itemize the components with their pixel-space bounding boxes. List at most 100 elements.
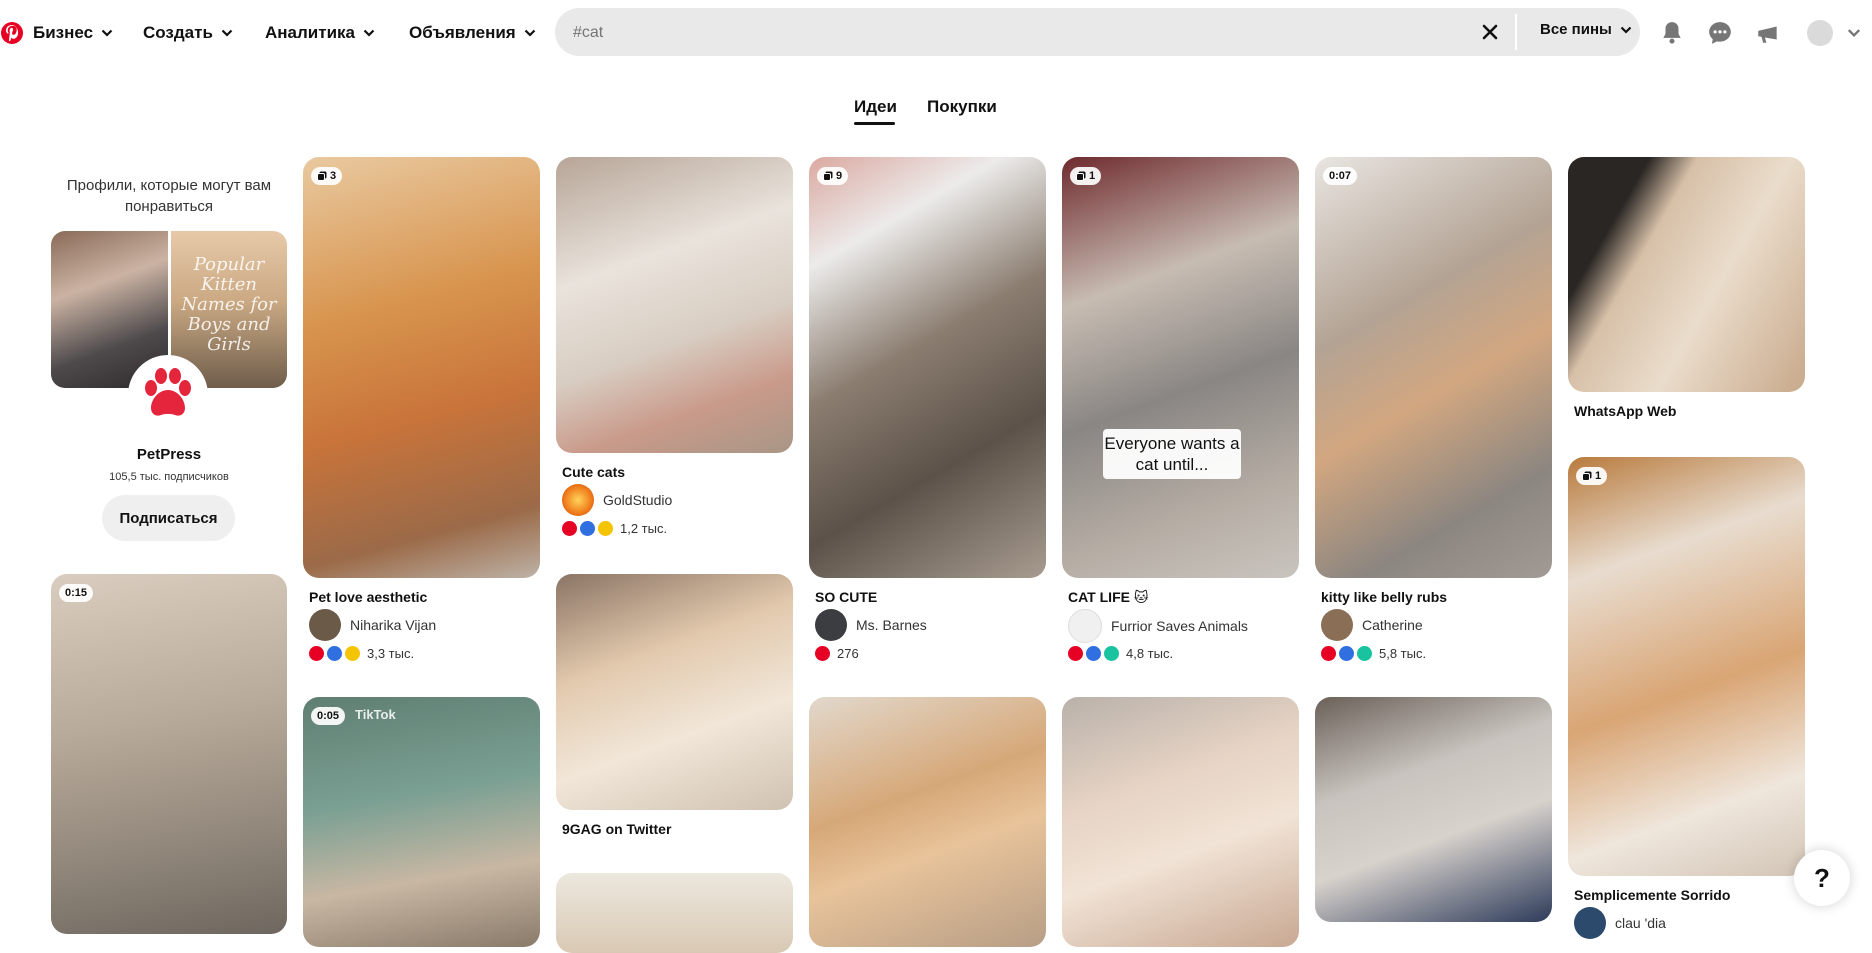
tab-active-indicator	[854, 122, 895, 125]
pin-card-sleeping-kittens[interactable]	[809, 697, 1046, 947]
pin-card-pet-love[interactable]: 3	[303, 157, 540, 578]
chevron-down-icon	[101, 29, 113, 37]
chevron-down-icon	[1620, 26, 1632, 34]
pin-title[interactable]: WhatsApp Web	[1574, 403, 1676, 419]
search-bar: Все пины	[555, 8, 1640, 58]
pin-reactions: 1,2 тыс.	[562, 521, 667, 536]
pin-title[interactable]: Pet love aesthetic	[309, 589, 427, 605]
heart-reaction-icon	[562, 521, 577, 536]
wow-reaction-icon	[1339, 646, 1354, 661]
author-name: Furrior Saves Animals	[1111, 618, 1248, 634]
author-avatar	[1068, 609, 1102, 643]
pin-card-cat-video[interactable]: 0:15	[51, 574, 287, 934]
account-avatar[interactable]	[1807, 20, 1833, 46]
follow-button[interactable]: Подписаться	[102, 495, 235, 541]
author-name: GoldStudio	[603, 492, 673, 508]
good-idea-reaction-icon	[1357, 646, 1372, 661]
author-avatar	[1574, 907, 1606, 939]
chevron-down-icon	[363, 29, 375, 37]
chevron-down-icon	[221, 29, 233, 37]
wow-reaction-icon	[327, 646, 342, 661]
megaphone-icon[interactable]	[1755, 20, 1781, 46]
haha-reaction-icon	[598, 521, 613, 536]
pin-title[interactable]: 9GAG on Twitter	[562, 821, 671, 837]
author-avatar	[309, 609, 341, 641]
tab-ideas[interactable]: Идеи	[854, 97, 897, 117]
heart-reaction-icon	[309, 646, 324, 661]
pin-author[interactable]: Furrior Saves Animals	[1068, 609, 1248, 643]
bell-icon[interactable]	[1659, 20, 1685, 46]
image-stack-icon	[317, 171, 327, 181]
pin-card-cat-life[interactable]: 1 Everyone wants a cat until...	[1062, 157, 1299, 578]
pin-title[interactable]: kitty like belly rubs	[1321, 589, 1447, 605]
pin-author[interactable]: clau 'dia	[1574, 907, 1666, 939]
search-filter-dropdown[interactable]: Все пины	[1540, 21, 1632, 38]
chevron-down-icon[interactable]	[1847, 26, 1861, 40]
top-navigation-bar: Бизнес Создать Аналитика Объявления Все …	[0, 0, 1872, 66]
pin-title[interactable]: SO CUTE	[815, 589, 877, 605]
video-duration-badge: 0:07	[1323, 167, 1358, 185]
pin-author[interactable]: GoldStudio	[562, 484, 672, 516]
pin-card-tiktok-kitten[interactable]: 0:05 TikTok	[303, 697, 540, 947]
haha-reaction-icon	[345, 646, 360, 661]
good-idea-reaction-icon	[1104, 646, 1119, 661]
image-stack-icon	[1582, 471, 1592, 481]
pin-title[interactable]: Semplicemente Sorrido	[1574, 887, 1730, 903]
reaction-count: 3,3 тыс.	[367, 646, 415, 661]
pin-reactions: 3,3 тыс.	[309, 646, 414, 661]
pin-card-blanket-kitten[interactable]	[556, 574, 793, 810]
author-name: Ms. Barnes	[856, 617, 927, 633]
author-name: clau 'dia	[1615, 915, 1666, 931]
wow-reaction-icon	[580, 521, 595, 536]
chevron-down-icon	[524, 29, 535, 37]
pin-author[interactable]: Ms. Barnes	[815, 609, 927, 641]
heart-reaction-icon	[1321, 646, 1336, 661]
nav-business-menu[interactable]: Бизнес	[33, 20, 113, 46]
image-stack-icon	[1076, 171, 1086, 181]
author-avatar	[562, 484, 594, 516]
clear-search-icon[interactable]	[1480, 22, 1500, 42]
author-avatar	[815, 609, 847, 641]
nav-create-menu[interactable]: Создать	[143, 20, 233, 46]
search-divider	[1515, 14, 1517, 50]
pin-card-grey-kitten[interactable]	[1315, 697, 1552, 922]
reaction-count: 1,2 тыс.	[620, 521, 668, 536]
pin-author[interactable]: Catherine	[1321, 609, 1423, 641]
pin-card-so-cute[interactable]: 9	[809, 157, 1046, 578]
pinterest-p-glyph	[6, 25, 19, 41]
reaction-count: 5,8 тыс.	[1379, 646, 1427, 661]
pin-card-semplicemente[interactable]: 1	[1568, 457, 1805, 876]
nav-analytics-label: Аналитика	[265, 23, 355, 42]
pin-title[interactable]: Cute cats	[562, 464, 625, 480]
heart-reaction-icon	[815, 646, 830, 661]
multi-image-badge: 1	[1070, 167, 1102, 185]
pin-card-partial[interactable]	[556, 873, 793, 953]
pin-reactions: 4,8 тыс.	[1068, 646, 1173, 661]
pin-card-whatsapp[interactable]	[1568, 157, 1805, 392]
nav-ads-label: Объявления	[409, 23, 516, 42]
profile-followers: 105,5 тыс. подписчиков	[109, 471, 229, 483]
pin-card-belly-rubs[interactable]: 0:07	[1315, 157, 1552, 578]
chat-bubble-icon[interactable]	[1707, 20, 1733, 46]
author-name: Catherine	[1362, 617, 1423, 633]
pinterest-logo-icon[interactable]	[1, 22, 23, 44]
pin-card-cute-cats[interactable]	[556, 157, 793, 453]
petpress-logo[interactable]	[128, 355, 208, 435]
pin-card-finger-kitten[interactable]	[1062, 697, 1299, 947]
pin-author[interactable]: Niharika Vijan	[309, 609, 436, 641]
video-duration-badge: 0:15	[59, 584, 94, 602]
pin-reactions: 276	[815, 646, 859, 661]
author-name: Niharika Vijan	[350, 617, 437, 633]
paw-icon	[145, 368, 191, 416]
nav-ads-menu[interactable]: Объявления	[409, 20, 536, 46]
nav-analytics-menu[interactable]: Аналитика	[265, 20, 375, 46]
tab-shopping[interactable]: Покупки	[927, 97, 997, 117]
multi-image-badge: 1	[1576, 467, 1608, 485]
search-input[interactable]	[571, 8, 1475, 58]
pin-reactions: 5,8 тыс.	[1321, 646, 1426, 661]
pin-title[interactable]: CAT LIFE 🐱	[1068, 589, 1148, 606]
cover-image-caption: Popular Kitten Names for Boys and Girls	[181, 254, 277, 355]
help-button[interactable]: ?	[1794, 850, 1850, 906]
profile-name[interactable]: PetPress	[50, 446, 288, 463]
image-stack-icon	[823, 171, 833, 181]
